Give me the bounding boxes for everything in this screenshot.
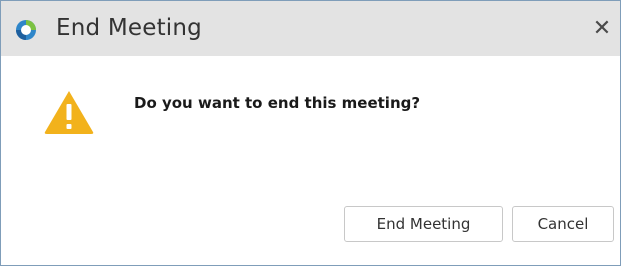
close-button[interactable]: ✕ [590,17,614,41]
window-title: End Meeting [56,15,202,41]
warning-icon [44,91,94,134]
app-logo-icon [16,20,36,40]
cancel-button[interactable]: Cancel [512,206,614,242]
dialog-body: Do you want to end this meeting? End Mee… [1,56,620,265]
confirmation-message: Do you want to end this meeting? [134,94,421,112]
end-meeting-button[interactable]: End Meeting [344,206,503,242]
title-bar: End Meeting ✕ [1,1,620,56]
close-icon: ✕ [592,16,612,41]
end-meeting-dialog: End Meeting ✕ Do you want to end this me… [0,0,621,266]
